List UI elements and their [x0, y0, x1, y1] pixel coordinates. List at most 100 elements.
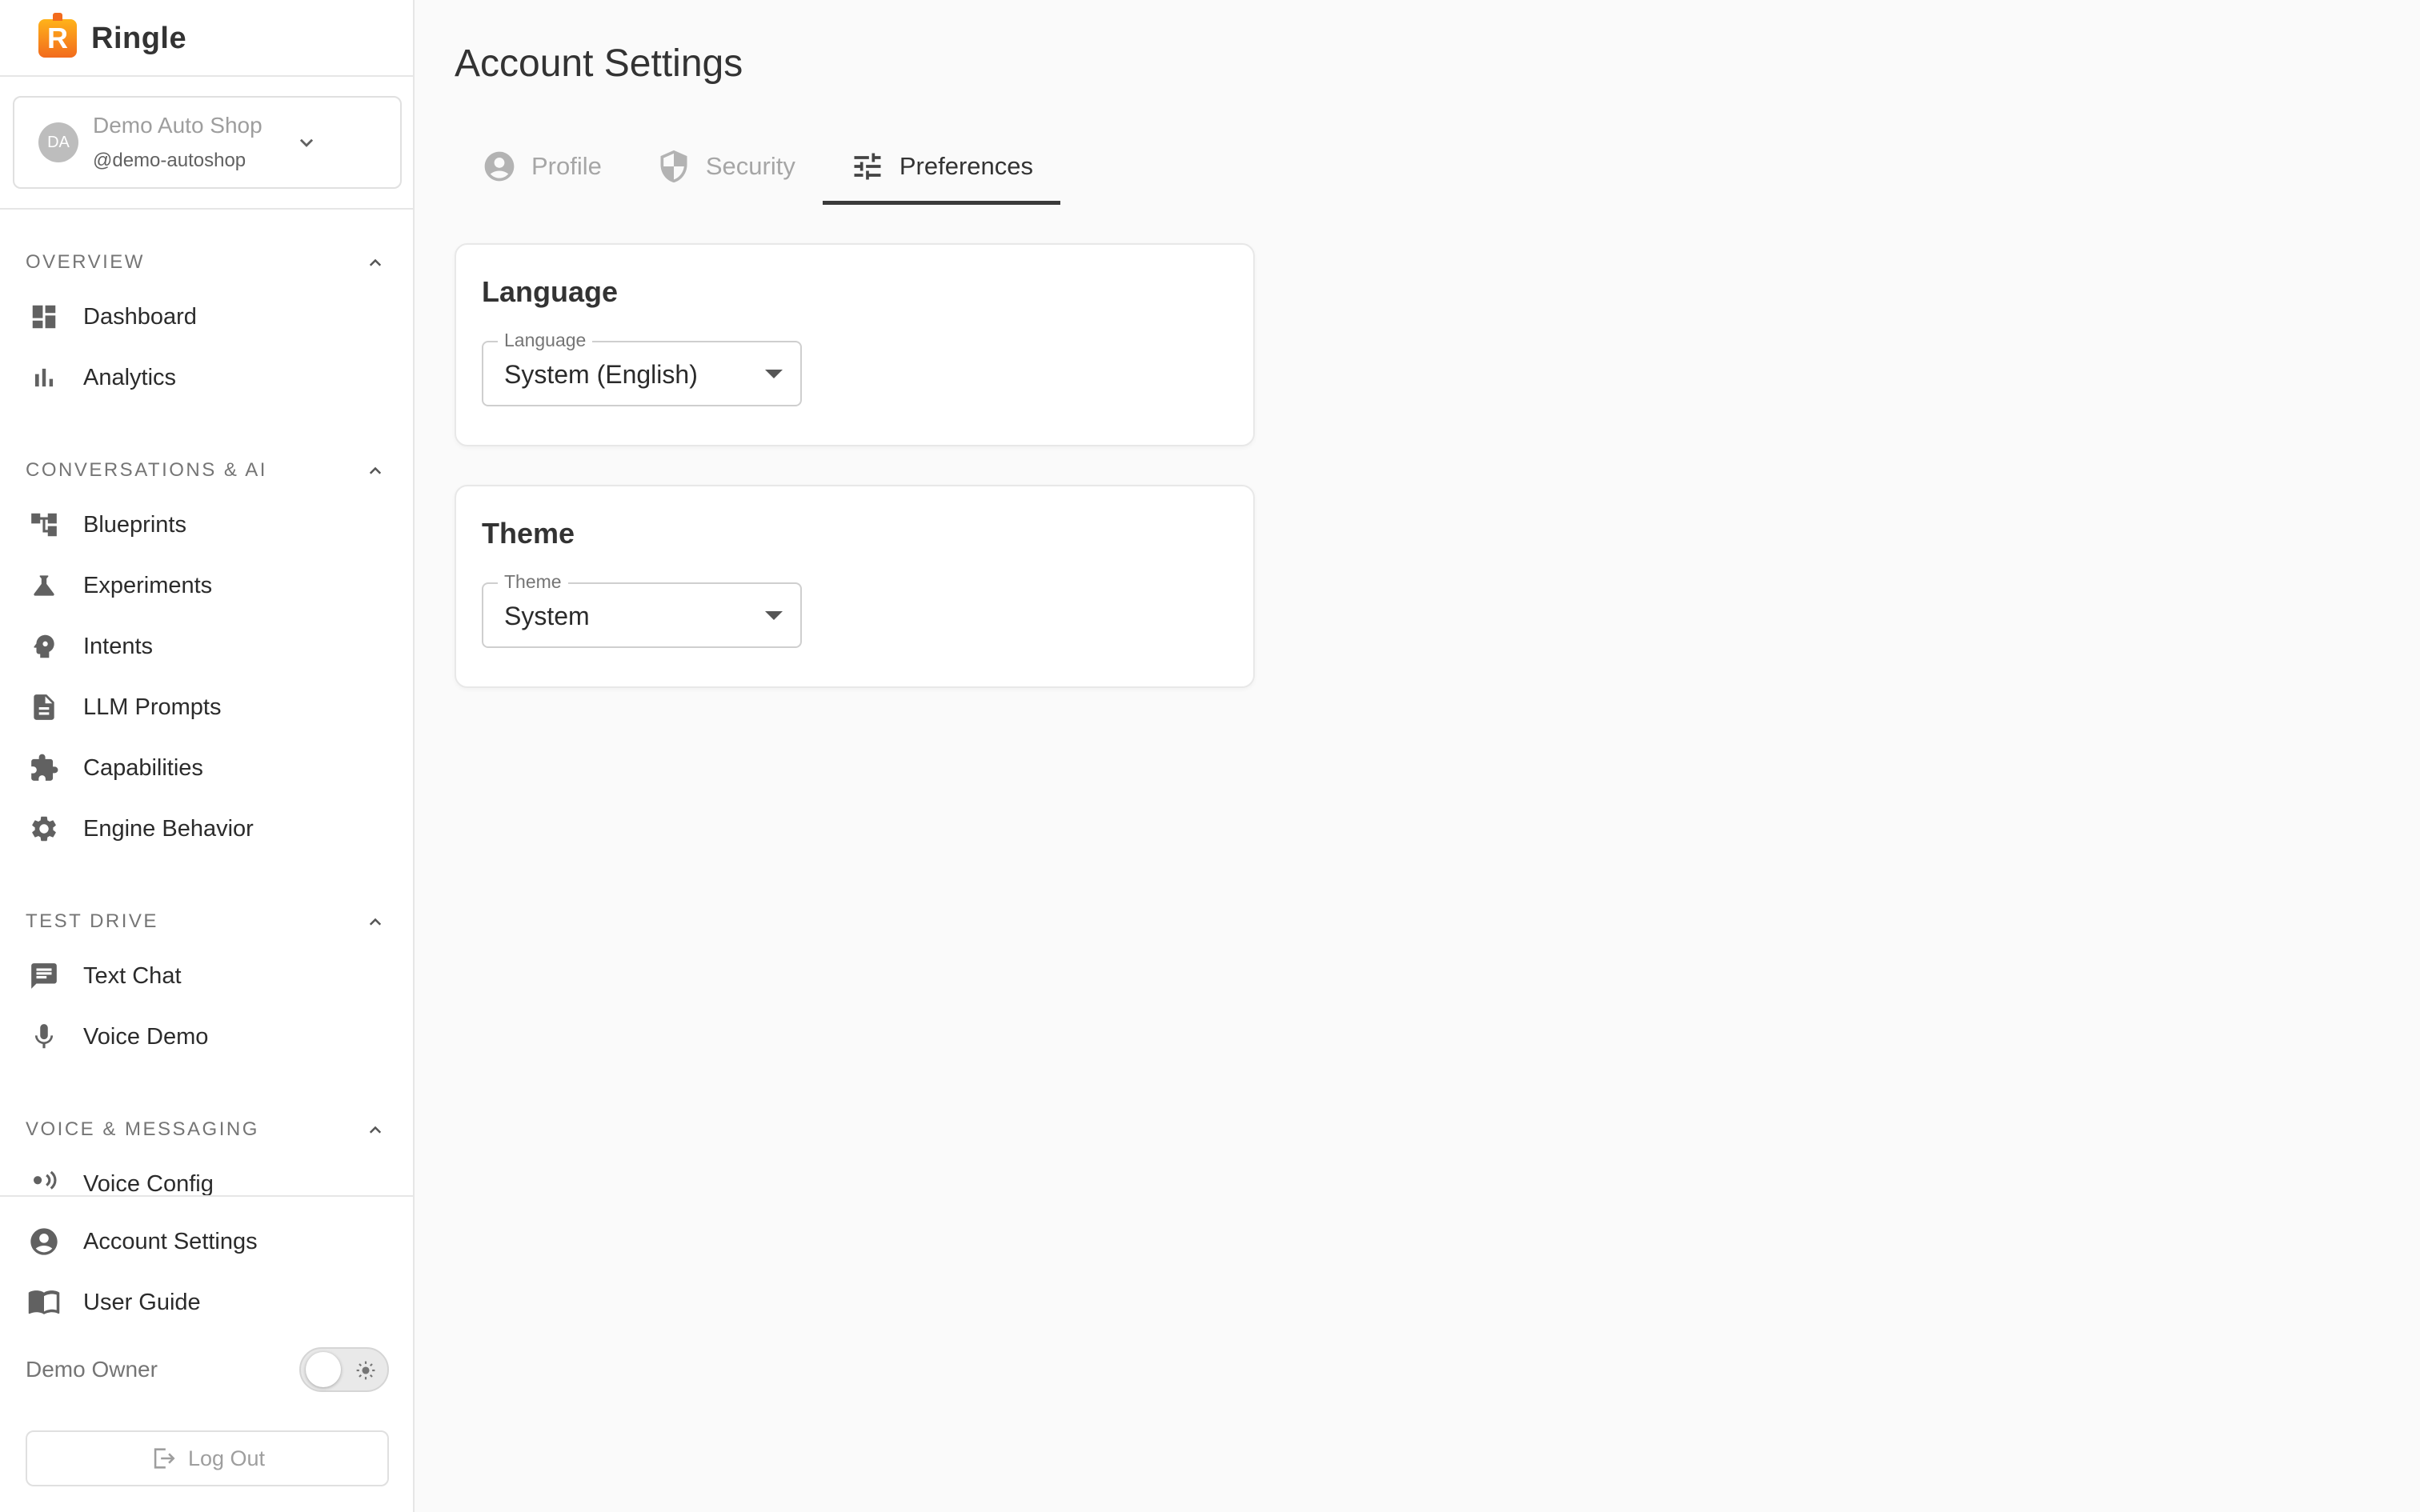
- flowchart-icon: [27, 508, 61, 542]
- user-row: Demo Owner: [26, 1346, 389, 1394]
- sidebar-item-label: User Guide: [83, 1289, 201, 1315]
- account-circle-icon: [482, 149, 517, 184]
- chevron-up-icon: [369, 466, 382, 474]
- sidebar-item-experiments[interactable]: Experiments: [0, 555, 413, 616]
- voice-icon: [27, 1167, 61, 1195]
- sidebar-item-capabilities[interactable]: Capabilities: [0, 738, 413, 798]
- account-circle-icon: [27, 1225, 61, 1258]
- sidebar-item-label: Intents: [83, 633, 154, 659]
- section-header-voice-messaging[interactable]: VOICE & MESSAGING: [0, 1106, 413, 1154]
- sidebar-item-voice-demo[interactable]: Voice Demo: [0, 1006, 413, 1067]
- sun-icon: [356, 1361, 375, 1380]
- section-title: TEST DRIVE: [26, 910, 158, 932]
- gear-icon: [27, 812, 61, 846]
- divider: [0, 1195, 413, 1197]
- nav-section-voice-messaging: VOICE & MESSAGING Voice Config: [0, 1106, 413, 1195]
- field-label: Language: [498, 330, 593, 351]
- document-icon: [27, 690, 61, 724]
- sidebar-item-user-guide[interactable]: User Guide: [0, 1272, 413, 1333]
- sidebar-item-account-settings[interactable]: Account Settings: [0, 1211, 413, 1272]
- tab-label: Security: [705, 152, 795, 180]
- tab-security[interactable]: Security: [629, 128, 823, 205]
- chevron-up-icon: [369, 918, 382, 926]
- org-handle: @demo-autoshop: [93, 150, 246, 171]
- tab-label: Preferences: [899, 152, 1033, 180]
- section-header-test-drive[interactable]: TEST DRIVE: [0, 898, 413, 946]
- sidebar-item-label: Text Chat: [83, 962, 182, 989]
- select-value: System (English): [504, 360, 698, 389]
- sidebar-item-label: Voice Config: [83, 1170, 214, 1196]
- main-content: Account Settings Profile Security Prefer…: [415, 0, 2420, 1512]
- nav-section-overview: OVERVIEW Dashboard Analytics: [0, 238, 413, 408]
- sidebar-item-dashboard[interactable]: Dashboard: [0, 286, 413, 347]
- sidebar-item-intents[interactable]: Intents: [0, 616, 413, 677]
- sidebar-item-voice-config[interactable]: Voice Config: [0, 1154, 413, 1195]
- theme-toggle[interactable]: [299, 1347, 389, 1392]
- language-select[interactable]: Language System (English): [482, 330, 802, 406]
- chevron-down-icon: [299, 138, 314, 147]
- field-label: Theme: [498, 571, 568, 593]
- logout-icon: [154, 1448, 175, 1469]
- section-title: OVERVIEW: [26, 251, 145, 273]
- settings-tabs: Profile Security Preferences: [455, 128, 1061, 205]
- org-switcher[interactable]: DA Demo Auto Shop @demo-autoshop: [13, 96, 402, 189]
- flask-icon: [27, 569, 61, 602]
- section-header-overview[interactable]: OVERVIEW: [0, 238, 413, 286]
- logout-button[interactable]: Log Out: [26, 1430, 389, 1486]
- user-name: Demo Owner: [26, 1357, 158, 1382]
- theme-select[interactable]: Theme System: [482, 571, 802, 648]
- book-icon: [27, 1286, 61, 1319]
- logout-label: Log Out: [187, 1446, 266, 1470]
- psychology-icon: [27, 630, 61, 663]
- dropdown-arrow-icon: [765, 611, 783, 620]
- sidebar-item-label: Analytics: [83, 364, 177, 390]
- theme-card: Theme Theme System: [455, 485, 1255, 688]
- chevron-up-icon: [369, 1126, 382, 1134]
- org-name: Demo Auto Shop: [93, 113, 262, 138]
- sidebar-item-label: Voice Demo: [83, 1023, 209, 1050]
- tab-label: Profile: [531, 152, 602, 180]
- toggle-knob: [306, 1352, 341, 1387]
- sidebar-item-analytics[interactable]: Analytics: [0, 347, 413, 408]
- puzzle-icon: [27, 751, 61, 785]
- card-title: Language: [482, 275, 619, 308]
- dashboard-icon: [27, 300, 61, 334]
- sidebar-item-label: Engine Behavior: [83, 815, 254, 842]
- tab-profile[interactable]: Profile: [455, 128, 629, 205]
- sidebar-item-label: Account Settings: [83, 1228, 258, 1254]
- brand-logo: R: [38, 13, 77, 58]
- sidebar-item-text-chat[interactable]: Text Chat: [0, 946, 413, 1006]
- sidebar-item-label: Capabilities: [83, 754, 203, 781]
- sidebar-item-llm-prompts[interactable]: LLM Prompts: [0, 677, 413, 738]
- page-title: Account Settings: [455, 42, 743, 85]
- nav-section-test-drive: TEST DRIVE Text Chat Voice Demo: [0, 898, 413, 1067]
- tab-preferences[interactable]: Preferences: [822, 128, 1061, 205]
- select-value: System: [504, 602, 590, 630]
- brand[interactable]: R Ringle: [38, 13, 187, 61]
- microphone-icon: [27, 1020, 61, 1054]
- tune-icon: [850, 149, 885, 184]
- chat-icon: [27, 959, 61, 993]
- language-card: Language Language System (English): [455, 243, 1255, 446]
- section-header-conversations-ai[interactable]: CONVERSATIONS & AI: [0, 446, 413, 494]
- sidebar-bottom-nav: Account Settings User Guide: [0, 1211, 413, 1333]
- bar-chart-icon: [27, 361, 61, 394]
- sidebar-item-blueprints[interactable]: Blueprints: [0, 494, 413, 555]
- sidebar-item-label: Dashboard: [83, 303, 197, 330]
- shield-icon: [656, 149, 691, 184]
- sidebar: R Ringle DA Demo Auto Shop @demo-autosho…: [0, 0, 415, 1512]
- chevron-up-icon: [369, 258, 382, 266]
- brand-logo-letter: R: [47, 22, 68, 54]
- divider: [0, 75, 413, 77]
- nav-section-conversations-ai: CONVERSATIONS & AI Blueprints Experiment…: [0, 446, 413, 859]
- section-title: VOICE & MESSAGING: [26, 1118, 259, 1140]
- dropdown-arrow-icon: [765, 370, 783, 378]
- card-title: Theme: [482, 517, 575, 550]
- sidebar-item-label: LLM Prompts: [83, 694, 222, 720]
- sidebar-item-label: Experiments: [83, 572, 213, 598]
- sidebar-nav[interactable]: OVERVIEW Dashboard Analytics CONVERSATIO…: [0, 210, 413, 1195]
- brand-name: Ringle: [91, 21, 187, 55]
- avatar: DA: [38, 122, 78, 162]
- sidebar-item-engine-behavior[interactable]: Engine Behavior: [0, 798, 413, 859]
- sidebar-item-label: Blueprints: [83, 511, 186, 538]
